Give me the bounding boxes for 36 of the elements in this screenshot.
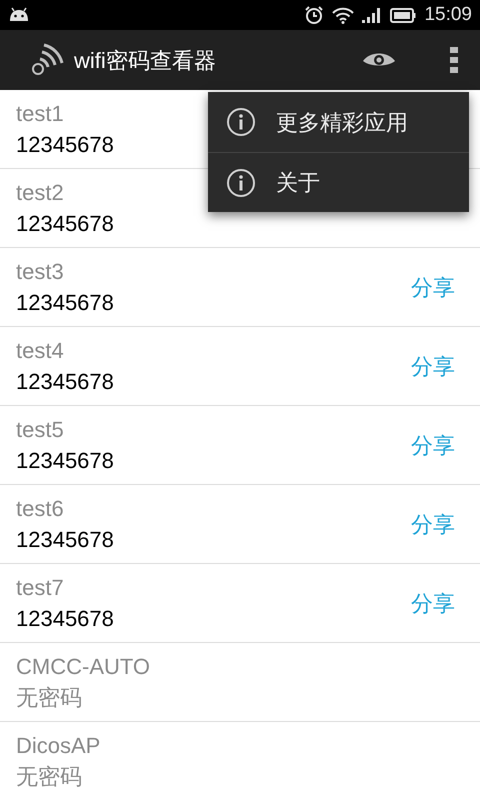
menu-item[interactable]: 更多精彩应用 [208,92,469,152]
menu-item[interactable]: 关于 [208,152,469,212]
network-row[interactable]: test6 12345678 分享 [0,485,480,564]
network-password: 12345678 [16,131,114,159]
network-name: test3 [16,258,64,286]
clock: 15:09 [424,2,472,27]
signal-icon [362,7,382,23]
network-password: 无密码 [16,684,82,712]
network-password: 12345678 [16,447,114,475]
network-password: 12345678 [16,526,114,554]
network-row[interactable]: test5 12345678 分享 [0,406,480,485]
android-icon [8,7,30,23]
network-row[interactable]: test3 12345678 分享 [0,248,480,327]
info-icon [226,107,256,137]
network-name: test7 [16,574,64,602]
network-name: test2 [16,179,64,207]
network-password: 无密码 [16,763,82,791]
wifi-icon [332,6,354,24]
network-name: DicosAP [16,732,100,760]
network-name: CMCC-AUTO [16,653,150,681]
battery-icon [390,8,416,22]
network-password: 12345678 [16,368,114,396]
network-name: test1 [16,100,64,128]
network-password: 12345678 [16,210,114,238]
network-name: test6 [16,495,64,523]
alarm-icon [304,5,324,25]
network-name: test4 [16,337,64,365]
app-title: wifi密码查看器 [74,46,216,74]
network-row[interactable]: test7 12345678 分享 [0,564,480,643]
network-password: 12345678 [16,289,114,317]
overflow-menu-icon[interactable] [450,47,458,73]
wifi-signal-icon [30,43,66,77]
network-name: test5 [16,416,64,444]
network-password: 12345678 [16,605,114,633]
network-row[interactable]: test4 12345678 分享 [0,327,480,406]
info-icon [226,168,256,198]
